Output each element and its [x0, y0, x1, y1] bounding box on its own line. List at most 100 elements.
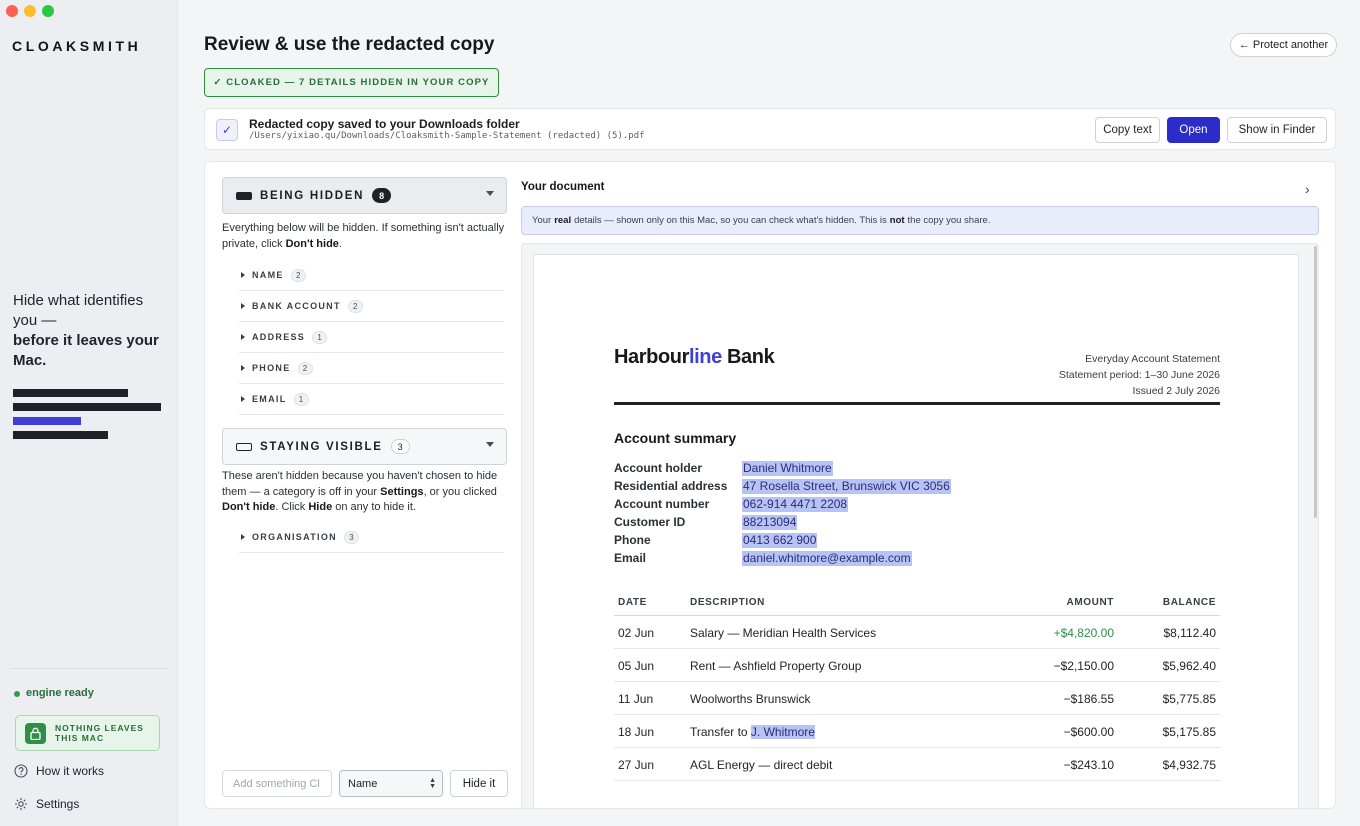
chevron-right-icon[interactable]: ›	[1305, 181, 1310, 197]
document-scrollbar[interactable]	[1314, 246, 1317, 518]
category-row-organisation[interactable]: ORGANISATION 3	[239, 522, 504, 553]
category-count: 2	[347, 299, 363, 313]
engine-status: engine ready	[14, 687, 94, 699]
expand-triangle-icon	[241, 365, 245, 371]
category-count: 1	[293, 392, 309, 406]
question-circle-icon	[14, 764, 28, 778]
expand-triangle-icon	[241, 334, 245, 340]
bank-logo: Harbourline Bank	[614, 346, 775, 368]
sidebar: CLOAKSMITH Hide what identifies you — be…	[0, 0, 178, 826]
category-label: ORGANISATION	[252, 532, 337, 542]
gear-icon	[15, 798, 27, 810]
redaction-highlight: 47 Rosella Street, Brunswick VIC 3056	[742, 479, 951, 494]
visible-pill-icon	[236, 442, 252, 451]
redaction-highlight: 88213094	[742, 515, 798, 530]
tagline-line2: before it leaves your Mac.	[13, 332, 159, 369]
close-window-button[interactable]	[6, 5, 18, 17]
summary-row-email: Email daniel.whitmore@example.com	[614, 551, 912, 566]
sidebar-divider	[10, 668, 168, 669]
status-dot-icon	[14, 691, 20, 697]
window-controls	[6, 5, 54, 17]
open-button[interactable]: Open	[1167, 117, 1220, 143]
lock-icon	[25, 722, 46, 744]
being-hidden-label: BEING HIDDEN	[260, 189, 365, 202]
table-row: 27 Jun AGL Energy — direct debit −$243.1…	[614, 748, 1220, 781]
tagline: Hide what identifies you — before it lea…	[13, 291, 171, 371]
category-count: 2	[297, 361, 313, 375]
redaction-highlight: daniel.whitmore@example.com	[742, 551, 912, 566]
minimize-window-button[interactable]	[24, 5, 36, 17]
category-count: 3	[343, 530, 359, 544]
hidden-pill-icon	[236, 191, 252, 200]
nav-settings[interactable]: Settings	[14, 797, 79, 811]
statement-issued: Issued 2 July 2026	[1132, 385, 1220, 397]
review-panel: BEING HIDDEN 8 Everything below will be …	[204, 161, 1336, 809]
table-row: 02 Jun Salary — Meridian Health Services…	[614, 616, 1220, 649]
redaction-highlight: 0413 662 900	[742, 533, 818, 548]
being-hidden-count: 8	[372, 188, 392, 203]
category-row-bank-account[interactable]: BANK ACCOUNT 2	[239, 291, 504, 322]
table-row: 18 Jun Transfer to J. Whitmore −$600.00 …	[614, 715, 1220, 748]
caret-down-icon	[486, 442, 494, 447]
saved-file-path: /Users/yixiao.qu/Downloads/Cloaksmith-Sa…	[249, 131, 645, 141]
category-select[interactable]: Name ▲ ▼	[339, 770, 443, 797]
staying-visible-count: 3	[390, 439, 410, 454]
category-label: BANK ACCOUNT	[252, 301, 341, 311]
table-row: 05 Jun Rent — Ashfield Property Group −$…	[614, 649, 1220, 682]
header-rule	[614, 402, 1220, 405]
expand-triangle-icon	[241, 303, 245, 309]
transactions-header: DATE DESCRIPTION AMOUNT BALANCE	[614, 594, 1220, 616]
staying-visible-header[interactable]: STAYING VISIBLE 3	[222, 428, 507, 465]
real-details-notice: Your real details — shown only on this Mac…	[521, 206, 1319, 235]
saved-copy-card: ✓ Redacted copy saved to your Downloads …	[204, 108, 1336, 150]
nav-how-it-works[interactable]: How it works	[14, 764, 104, 778]
tagline-line1: Hide what identifies you —	[13, 292, 144, 329]
table-row: 11 Jun Woolworths Brunswick −$186.55 $5,…	[614, 682, 1220, 715]
copy-text-button[interactable]: Copy text	[1095, 117, 1160, 143]
add-something-input[interactable]: Add something Cl	[222, 770, 332, 797]
staying-visible-label: STAYING VISIBLE	[260, 440, 383, 453]
app-logo: CLOAKSMITH	[12, 38, 142, 54]
category-label: PHONE	[252, 363, 291, 373]
category-label: EMAIL	[252, 394, 287, 404]
hide-it-button[interactable]: Hide it	[450, 770, 508, 797]
nav-how-it-works-label: How it works	[36, 764, 105, 778]
summary-row-account-holder: Account holder Daniel Whitmore	[614, 461, 833, 476]
being-hidden-header[interactable]: BEING HIDDEN 8	[222, 177, 507, 214]
saved-title: Redacted copy saved to your Downloads fo…	[249, 117, 520, 131]
summary-row-customer-id: Customer ID 88213094	[614, 515, 798, 530]
privacy-badge: NOTHING LEAVES THIS MAC	[15, 715, 160, 751]
category-row-email[interactable]: EMAIL 1	[239, 384, 504, 415]
caret-down-icon	[486, 191, 494, 196]
engine-status-text: engine ready	[26, 687, 94, 699]
category-select-value: Name	[348, 777, 378, 790]
category-count: 1	[312, 330, 328, 344]
summary-row-account-number: Account number 062-914 4471 2208	[614, 497, 849, 512]
nav-settings-label: Settings	[36, 797, 80, 811]
protect-another-button[interactable]: ← Protect another	[1230, 33, 1337, 57]
being-hidden-description: Everything below will be hidden. If some…	[222, 222, 505, 250]
expand-triangle-icon	[241, 534, 245, 540]
statement-info: Everyday Account Statement Statement per…	[1059, 351, 1220, 399]
category-row-phone[interactable]: PHONE 2	[239, 353, 504, 384]
redaction-illustration	[13, 389, 161, 445]
category-label: ADDRESS	[252, 332, 306, 342]
summary-row-phone: Phone 0413 662 900	[614, 533, 818, 548]
zoom-window-button[interactable]	[42, 5, 54, 17]
check-icon: ✓	[216, 119, 238, 141]
statement-period: Statement period: 1–30 June 2026	[1058, 369, 1220, 381]
select-arrows-icon: ▲ ▼	[429, 777, 436, 790]
document-title: Your document	[521, 181, 605, 193]
category-row-name[interactable]: NAME 2	[239, 260, 504, 291]
staying-visible-description: These aren't hidden because you haven't …	[222, 470, 498, 513]
page-title: Review & use the redacted copy	[204, 34, 495, 55]
category-label: NAME	[252, 270, 284, 280]
show-in-finder-button[interactable]: Show in Finder	[1227, 117, 1327, 143]
category-row-address[interactable]: ADDRESS 1	[239, 322, 504, 353]
account-summary-title: Account summary	[614, 430, 737, 446]
expand-triangle-icon	[241, 272, 245, 278]
summary-row-address: Residential address 47 Rosella Street, Br…	[614, 479, 951, 494]
redaction-highlight: 062-914 4471 2208	[742, 497, 849, 512]
category-count: 2	[290, 268, 306, 282]
redaction-highlight: Daniel Whitmore	[742, 461, 833, 476]
